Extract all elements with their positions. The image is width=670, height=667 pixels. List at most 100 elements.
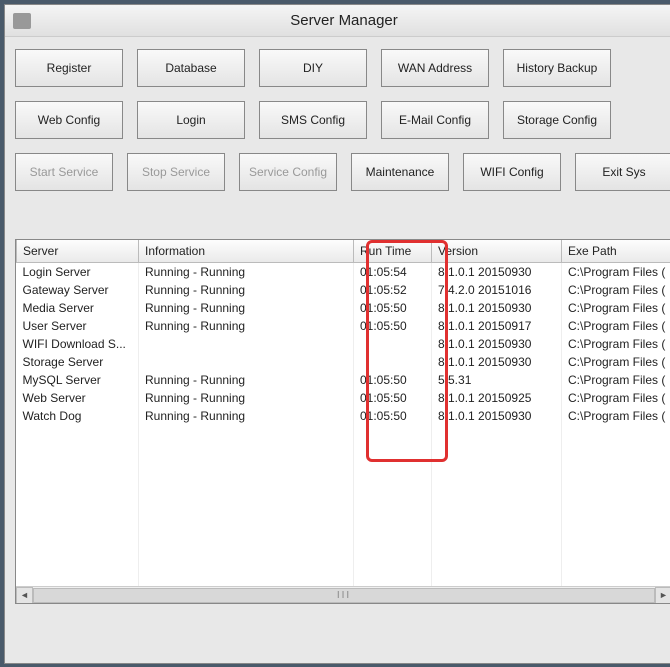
table-row-empty — [17, 551, 670, 569]
exit-sys-button[interactable]: Exit Sys — [575, 153, 670, 191]
web-config-button[interactable]: Web Config — [15, 101, 123, 139]
horizontal-scrollbar[interactable]: ◄ III ► — [16, 586, 670, 603]
wan-address-button[interactable]: WAN Address — [381, 49, 489, 87]
table-header-row: ServerInformationRun TimeVersionExe Path — [17, 240, 670, 263]
scroll-thumb[interactable]: III — [33, 588, 655, 603]
column-header-server[interactable]: Server — [17, 240, 139, 263]
cell-version: 8.1.0.1 20150930 — [432, 335, 562, 353]
cell-version: 8.1.0.1 20150930 — [432, 263, 562, 281]
column-header-exe-path[interactable]: Exe Path — [562, 240, 670, 263]
cell-runtime — [354, 335, 432, 353]
login-button[interactable]: Login — [137, 101, 245, 139]
cell-runtime — [354, 353, 432, 371]
table-row-empty — [17, 425, 670, 443]
toolbar-row-2: Web Config Login SMS Config E-Mail Config St… — [15, 101, 670, 139]
table-row[interactable]: Gateway ServerRunning - Running01:05:527… — [17, 281, 670, 299]
table-row[interactable]: Web ServerRunning - Running01:05:508.1.0… — [17, 389, 670, 407]
table-row-empty — [17, 497, 670, 515]
maintenance-button[interactable]: Maintenance — [351, 153, 449, 191]
cell-runtime: 01:05:50 — [354, 407, 432, 425]
toolbar-row-1: Register Database DIY WAN Address History Ba… — [15, 49, 670, 87]
cell-exe: C:\Program Files ( — [562, 299, 670, 317]
cell-info — [139, 353, 354, 371]
service-config-button: Service Config — [239, 153, 337, 191]
cell-runtime: 01:05:54 — [354, 263, 432, 281]
table-row-empty — [17, 443, 670, 461]
cell-server: Watch Dog — [17, 407, 139, 425]
stop-service-button: Stop Service — [127, 153, 225, 191]
cell-version: 5.5.31 — [432, 371, 562, 389]
cell-runtime: 01:05:50 — [354, 371, 432, 389]
table-row-empty — [17, 533, 670, 551]
database-button[interactable]: Database — [137, 49, 245, 87]
table-body: Login ServerRunning - Running01:05:548.1… — [17, 263, 670, 587]
cell-info — [139, 335, 354, 353]
cell-exe: C:\Program Files ( — [562, 263, 670, 281]
server-table-scroll[interactable]: ServerInformationRun TimeVersionExe Path… — [16, 240, 670, 603]
table-row[interactable]: Media ServerRunning - Running01:05:508.1… — [17, 299, 670, 317]
cell-info: Running - Running — [139, 389, 354, 407]
table-row-empty — [17, 515, 670, 533]
table-row[interactable]: Login ServerRunning - Running01:05:548.1… — [17, 263, 670, 281]
cell-server: Gateway Server — [17, 281, 139, 299]
cell-version: 8.1.0.1 20150917 — [432, 317, 562, 335]
cell-info: Running - Running — [139, 407, 354, 425]
column-header-version[interactable]: Version — [432, 240, 562, 263]
server-table-container: ServerInformationRun TimeVersionExe Path… — [15, 239, 670, 604]
column-header-run-time[interactable]: Run Time — [354, 240, 432, 263]
e-mail-config-button[interactable]: E-Mail Config — [381, 101, 489, 139]
cell-server: WIFI Download S... — [17, 335, 139, 353]
cell-version: 7.4.2.0 20151016 — [432, 281, 562, 299]
table-row-empty — [17, 479, 670, 497]
toolbar-row-3: Start Service Stop Service Service Config M… — [15, 153, 670, 191]
cell-server: Media Server — [17, 299, 139, 317]
cell-exe: C:\Program Files ( — [562, 407, 670, 425]
cell-version: 8.1.0.1 20150930 — [432, 407, 562, 425]
cell-exe: C:\Program Files ( — [562, 371, 670, 389]
cell-exe: C:\Program Files ( — [562, 353, 670, 371]
scroll-right-button[interactable]: ► — [655, 587, 670, 604]
cell-info: Running - Running — [139, 317, 354, 335]
table-row[interactable]: WIFI Download S... 8.1.0.1 20150930C:\Pro… — [17, 335, 670, 353]
table-row-empty — [17, 569, 670, 587]
toolbar: Register Database DIY WAN Address History Ba… — [5, 37, 670, 209]
register-button[interactable]: Register — [15, 49, 123, 87]
diy-button[interactable]: DIY — [259, 49, 367, 87]
column-header-information[interactable]: Information — [139, 240, 354, 263]
cell-runtime: 01:05:52 — [354, 281, 432, 299]
storage-config-button[interactable]: Storage Config — [503, 101, 611, 139]
cell-server: MySQL Server — [17, 371, 139, 389]
cell-version: 8.1.0.1 20150925 — [432, 389, 562, 407]
table-row-empty — [17, 461, 670, 479]
scroll-left-button[interactable]: ◄ — [16, 587, 33, 604]
table-row[interactable]: MySQL ServerRunning - Running01:05:505.5… — [17, 371, 670, 389]
table-row[interactable]: User ServerRunning - Running01:05:508.1.… — [17, 317, 670, 335]
cell-version: 8.1.0.1 20150930 — [432, 353, 562, 371]
cell-info: Running - Running — [139, 263, 354, 281]
cell-server: User Server — [17, 317, 139, 335]
cell-server: Web Server — [17, 389, 139, 407]
table-row[interactable]: Storage Server 8.1.0.1 20150930C:\Program… — [17, 353, 670, 371]
cell-runtime: 01:05:50 — [354, 299, 432, 317]
cell-server: Login Server — [17, 263, 139, 281]
server-table: ServerInformationRun TimeVersionExe Path… — [16, 240, 670, 587]
window-title: Server Manager — [290, 12, 398, 29]
cell-exe: C:\Program Files ( — [562, 281, 670, 299]
cell-info: Running - Running — [139, 299, 354, 317]
cell-info: Running - Running — [139, 281, 354, 299]
wifi-config-button[interactable]: WIFI Config — [463, 153, 561, 191]
cell-runtime: 01:05:50 — [354, 389, 432, 407]
cell-info: Running - Running — [139, 371, 354, 389]
server-manager-window: Server Manager Register Database DIY WAN Ad… — [4, 4, 670, 664]
cell-version: 8.1.0.1 20150930 — [432, 299, 562, 317]
history-backup-button[interactable]: History Backup — [503, 49, 611, 87]
cell-runtime: 01:05:50 — [354, 317, 432, 335]
table-row[interactable]: Watch DogRunning - Running01:05:508.1.0.… — [17, 407, 670, 425]
cell-server: Storage Server — [17, 353, 139, 371]
start-service-button: Start Service — [15, 153, 113, 191]
cell-exe: C:\Program Files ( — [562, 317, 670, 335]
cell-exe: C:\Program Files ( — [562, 335, 670, 353]
sms-config-button[interactable]: SMS Config — [259, 101, 367, 139]
titlebar: Server Manager — [5, 5, 670, 37]
app-icon — [13, 13, 31, 29]
